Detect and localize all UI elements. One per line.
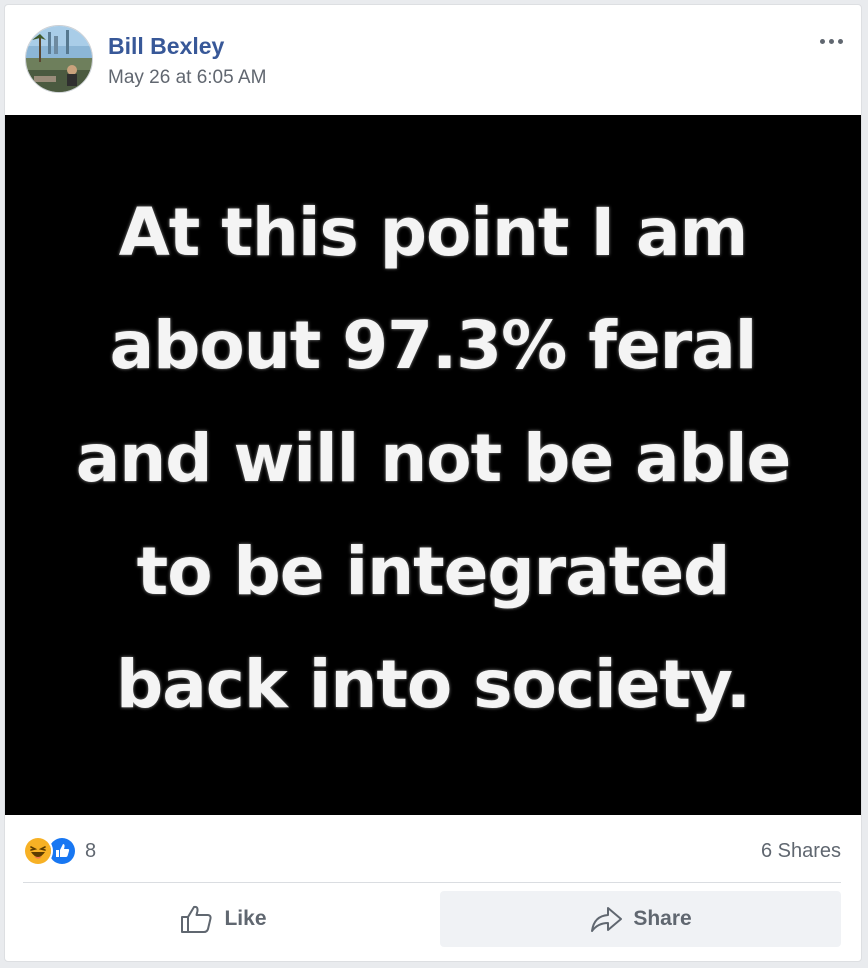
share-arrow-icon (591, 907, 623, 932)
more-dot (837, 38, 843, 44)
more-dot (828, 38, 834, 44)
shares-count[interactable]: 6 Shares (761, 840, 841, 863)
thumbs-up-icon (181, 905, 213, 933)
meme-line: At this point I am (118, 193, 749, 271)
meme-line: and will not be able (75, 419, 792, 497)
avatar-photo (26, 26, 92, 92)
post-stats: 8 6 Shares (5, 815, 861, 881)
like-label: Like (224, 907, 267, 930)
post-timestamp[interactable]: May 26 at 6:05 AM (108, 67, 266, 89)
reactions-summary[interactable]: 8 (23, 835, 96, 867)
meme-line: about 97.3% feral (109, 306, 758, 384)
avatar[interactable] (25, 25, 93, 93)
meme-line: to be integrated (136, 532, 731, 610)
share-button[interactable]: Share (440, 891, 841, 947)
meme-text: At this point I am about 97.3% feral and… (5, 176, 861, 741)
post-header: Bill Bexley May 26 at 6:05 AM (5, 5, 861, 115)
reaction-count: 8 (85, 839, 97, 862)
haha-reaction-icon (23, 836, 53, 866)
post-card: Bill Bexley May 26 at 6:05 AM At this po… (4, 4, 862, 962)
more-dot (819, 38, 825, 44)
more-options-icon[interactable] (813, 27, 849, 55)
post-actions: Like Share (23, 891, 841, 947)
like-button[interactable]: Like (23, 891, 424, 947)
divider (23, 882, 841, 883)
post-image[interactable]: At this point I am about 97.3% feral and… (5, 115, 861, 815)
share-label: Share (633, 907, 692, 930)
meme-line: back into society. (116, 645, 751, 723)
author-name[interactable]: Bill Bexley (108, 33, 224, 60)
